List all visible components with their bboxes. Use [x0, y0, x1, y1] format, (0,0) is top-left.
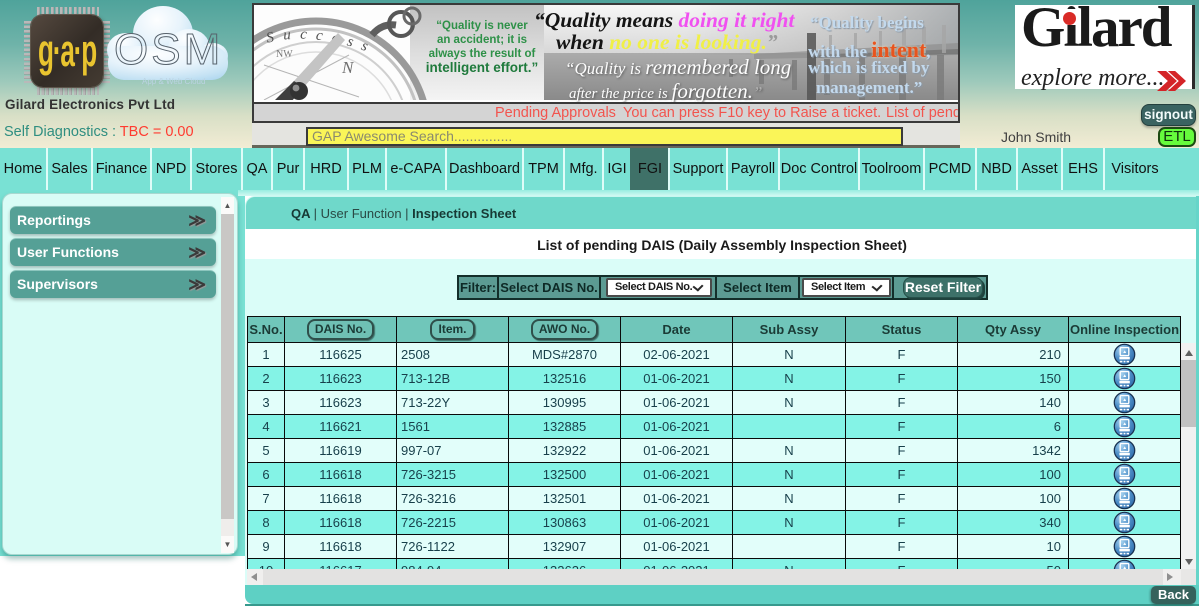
svg-text:OSM: OSM — [114, 25, 223, 74]
svg-text:N: N — [341, 58, 355, 77]
svg-text:NW: NW — [276, 49, 293, 60]
svg-text:App & Web Cloud: App & Web Cloud — [142, 77, 205, 86]
